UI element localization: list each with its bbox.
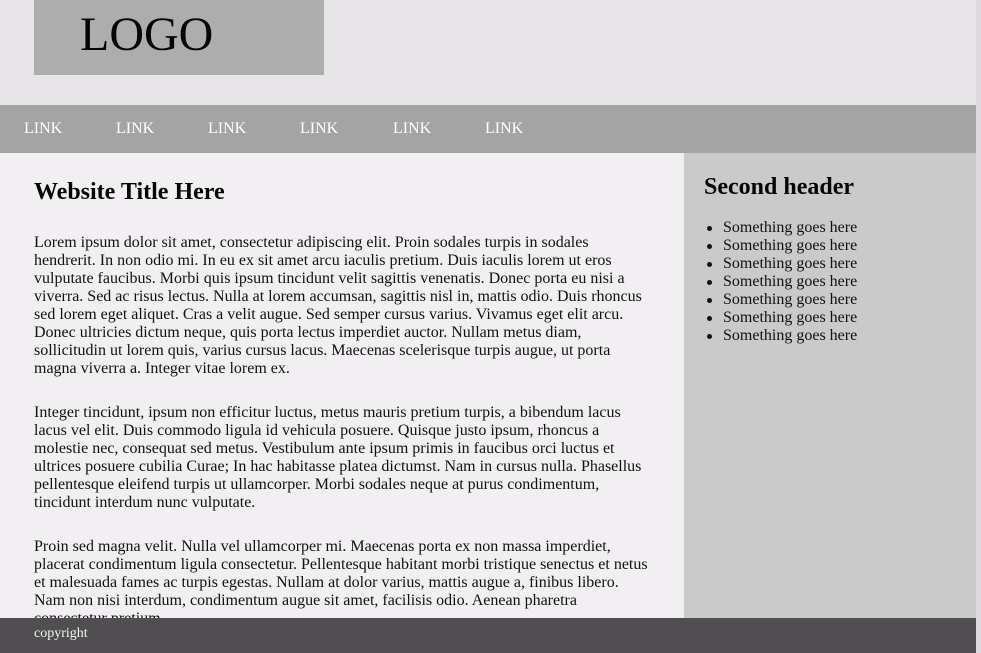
sidebar-list-item: Something goes here xyxy=(704,291,857,309)
sidebar-list-item: Something goes here xyxy=(704,219,857,237)
sidebar-list: Something goes here Something goes here … xyxy=(704,219,857,345)
logo-text: LOGO xyxy=(80,8,214,61)
nav-link-1[interactable]: LINK xyxy=(24,119,62,139)
nav-link-5[interactable]: LINK xyxy=(393,119,431,139)
content-paragraph-2: Integer tincidunt, ipsum non efficitur l… xyxy=(34,404,642,511)
sidebar-item-text: Something goes here xyxy=(723,309,858,326)
sidebar-list-item: Something goes here xyxy=(704,273,857,291)
bullet-icon xyxy=(707,244,712,249)
site-header: LOGO xyxy=(0,0,976,105)
nav-link-3[interactable]: LINK xyxy=(208,119,246,139)
sidebar-item-text: Something goes here xyxy=(723,237,858,254)
sidebar-title: Second header xyxy=(704,174,854,200)
nav-link-6[interactable]: LINK xyxy=(485,119,523,139)
nav-link-2[interactable]: LINK xyxy=(116,119,154,139)
nav-link-4[interactable]: LINK xyxy=(300,119,338,139)
bullet-icon xyxy=(707,334,712,339)
content-paragraph-1: Lorem ipsum dolor sit amet, consectetur … xyxy=(34,234,642,377)
sidebar-item-text: Something goes here xyxy=(723,219,858,236)
sidebar-list-item: Something goes here xyxy=(704,327,857,345)
main-content: Website Title Here Lorem ipsum dolor sit… xyxy=(0,153,684,627)
logo[interactable]: LOGO xyxy=(34,0,324,75)
bullet-icon xyxy=(707,298,712,303)
sidebar-list-item: Something goes here xyxy=(704,237,857,255)
bullet-icon xyxy=(707,280,712,285)
main-navigation: LINK LINK LINK LINK LINK LINK xyxy=(0,105,976,153)
right-edge-rule xyxy=(976,0,981,653)
bullet-icon xyxy=(707,262,712,267)
site-footer: copyright xyxy=(0,618,976,653)
copyright-text: copyright xyxy=(34,626,88,641)
sidebar-list-item: Something goes here xyxy=(704,255,857,273)
sidebar-item-text: Something goes here xyxy=(723,327,858,344)
bullet-icon xyxy=(707,226,712,231)
sidebar-item-text: Something goes here xyxy=(723,291,858,308)
page: LOGO LINK LINK LINK LINK LINK LINK Websi… xyxy=(0,0,976,653)
sidebar-list-item: Something goes here xyxy=(704,309,857,327)
content-paragraph-3: Proin sed magna velit. Nulla vel ullamco… xyxy=(34,538,648,627)
sidebar-item-text: Something goes here xyxy=(723,255,858,272)
sidebar-item-text: Something goes here xyxy=(723,273,858,290)
bullet-icon xyxy=(707,316,712,321)
page-title: Website Title Here xyxy=(34,179,225,205)
sidebar: Second header Something goes here Someth… xyxy=(684,153,976,618)
